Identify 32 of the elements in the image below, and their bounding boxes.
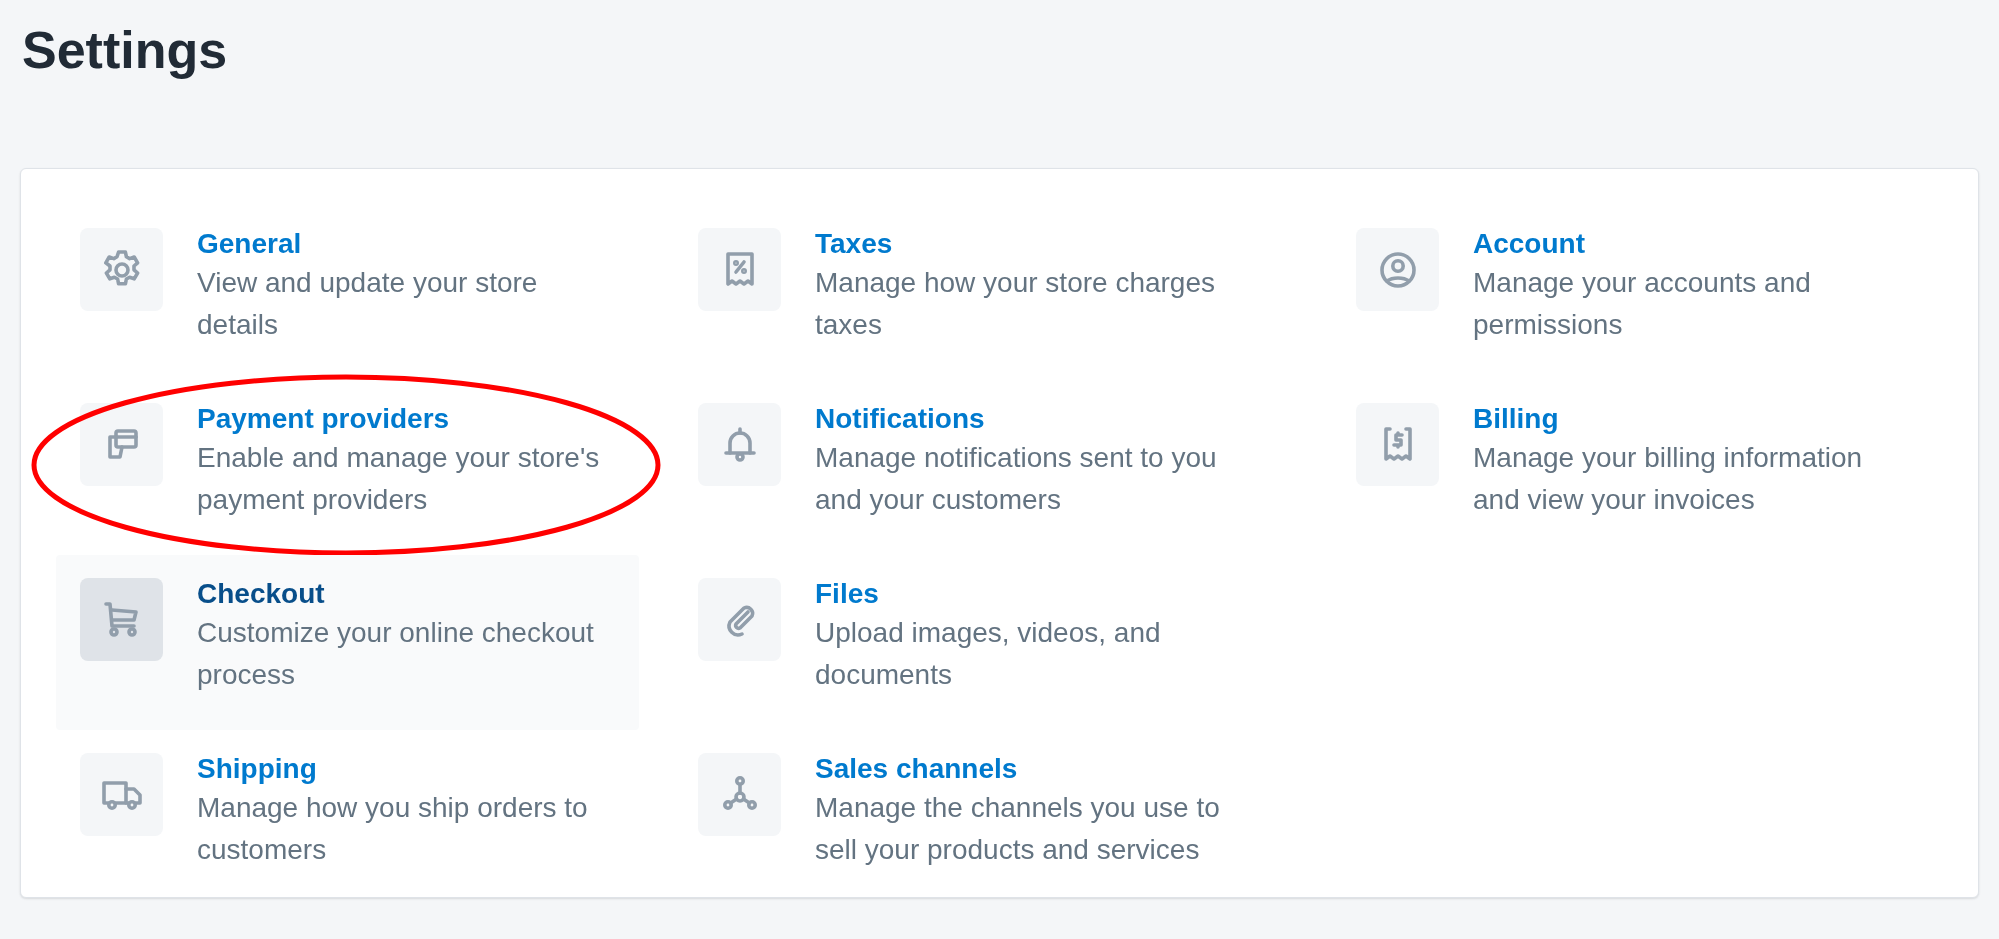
- settings-description: Manage the channels you use to sell your products and services: [815, 791, 1221, 867]
- cards-icon[interactable]: [80, 403, 163, 486]
- settings-description: Manage how your store charges taxes: [815, 266, 1216, 342]
- settings-description: Manage your billing information and view your invoices: [1473, 441, 1864, 517]
- settings-link[interactable]: General: [197, 226, 302, 262]
- nodes-icon[interactable]: [698, 753, 781, 836]
- receipt-percent-icon[interactable]: [698, 228, 781, 311]
- cart-icon[interactable]: [80, 578, 163, 661]
- bell-icon[interactable]: [698, 403, 781, 486]
- settings-item-highlight[interactable]: Checkout Customize your online checkout process: [56, 555, 639, 730]
- settings-link[interactable]: Checkout: [197, 576, 325, 612]
- settings-description: Customize your online checkout process: [197, 616, 595, 692]
- paperclip-icon[interactable]: [698, 578, 781, 661]
- settings-link[interactable]: Taxes: [815, 226, 893, 262]
- settings-link[interactable]: Account: [1473, 226, 1585, 262]
- settings-description: Enable and manage your store's payment providers: [197, 441, 601, 517]
- settings-description: Manage your accounts and permissions: [1473, 266, 1812, 342]
- settings-link[interactable]: Notifications: [815, 401, 985, 437]
- settings-link[interactable]: Shipping: [197, 751, 317, 787]
- receipt-dollar-icon[interactable]: [1356, 403, 1439, 486]
- settings-description: Manage notifications sent to you and your customers: [815, 441, 1218, 517]
- user-icon[interactable]: [1356, 228, 1439, 311]
- gear-icon[interactable]: [80, 228, 163, 311]
- settings-link[interactable]: Billing: [1473, 401, 1559, 437]
- settings-link[interactable]: Payment providers: [197, 401, 450, 437]
- settings-link[interactable]: Files: [815, 576, 879, 612]
- settings-link[interactable]: Sales channels: [815, 751, 1018, 787]
- truck-icon[interactable]: [80, 753, 163, 836]
- settings-description: Upload images, videos, and documents: [815, 616, 1162, 692]
- settings-description: View and update your store details: [197, 266, 539, 342]
- page-title: Settings: [22, 20, 229, 81]
- settings-description: Manage how you ship orders to customers: [197, 791, 589, 867]
